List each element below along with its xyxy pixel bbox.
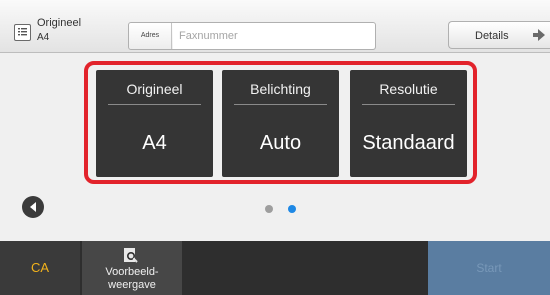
tile-title: Belichting [250, 81, 311, 97]
tile-title: Origineel [126, 81, 183, 97]
arrow-right-icon [533, 28, 545, 47]
fax-address-field: Adres [128, 22, 376, 50]
preview-label-line2: weergave [108, 279, 156, 291]
tile-divider [234, 104, 327, 105]
tile-divider [108, 104, 201, 105]
tile-divider [362, 104, 455, 105]
tile-value: A4 [142, 132, 167, 154]
fax-number-input[interactable] [173, 23, 375, 49]
back-arrow-icon[interactable] [22, 196, 44, 218]
original-document-icon[interactable] [14, 24, 31, 41]
tile-value: Auto [259, 132, 302, 154]
details-button[interactable]: Details [448, 21, 550, 49]
page-dot-2-active[interactable] [288, 205, 296, 213]
bottom-bar: CA Voorbeeld- weergave Start [0, 241, 550, 295]
tile-title: Resolutie [379, 81, 438, 97]
original-label: Origineel [37, 17, 82, 29]
resolution-setting-tile[interactable]: Resolutie Standaard [350, 70, 467, 177]
original-size: A4 [37, 32, 50, 43]
page-dot-1[interactable] [265, 205, 273, 213]
address-book-button[interactable]: Adres [129, 23, 172, 49]
preview-label-line1: Voorbeeld- [105, 266, 159, 278]
exposure-setting-tile[interactable]: Belichting Auto [222, 70, 339, 177]
top-bar: Origineel A4 Adres Details [0, 0, 550, 53]
start-button[interactable]: Start [428, 241, 550, 295]
preview-label: Voorbeeld- weergave [82, 266, 182, 292]
clear-all-button[interactable]: CA [0, 241, 80, 295]
preview-button[interactable]: Voorbeeld- weergave [82, 241, 182, 295]
original-setting-tile[interactable]: Origineel A4 [96, 70, 213, 177]
details-label: Details [475, 30, 509, 42]
tile-value: Standaard [362, 132, 455, 154]
